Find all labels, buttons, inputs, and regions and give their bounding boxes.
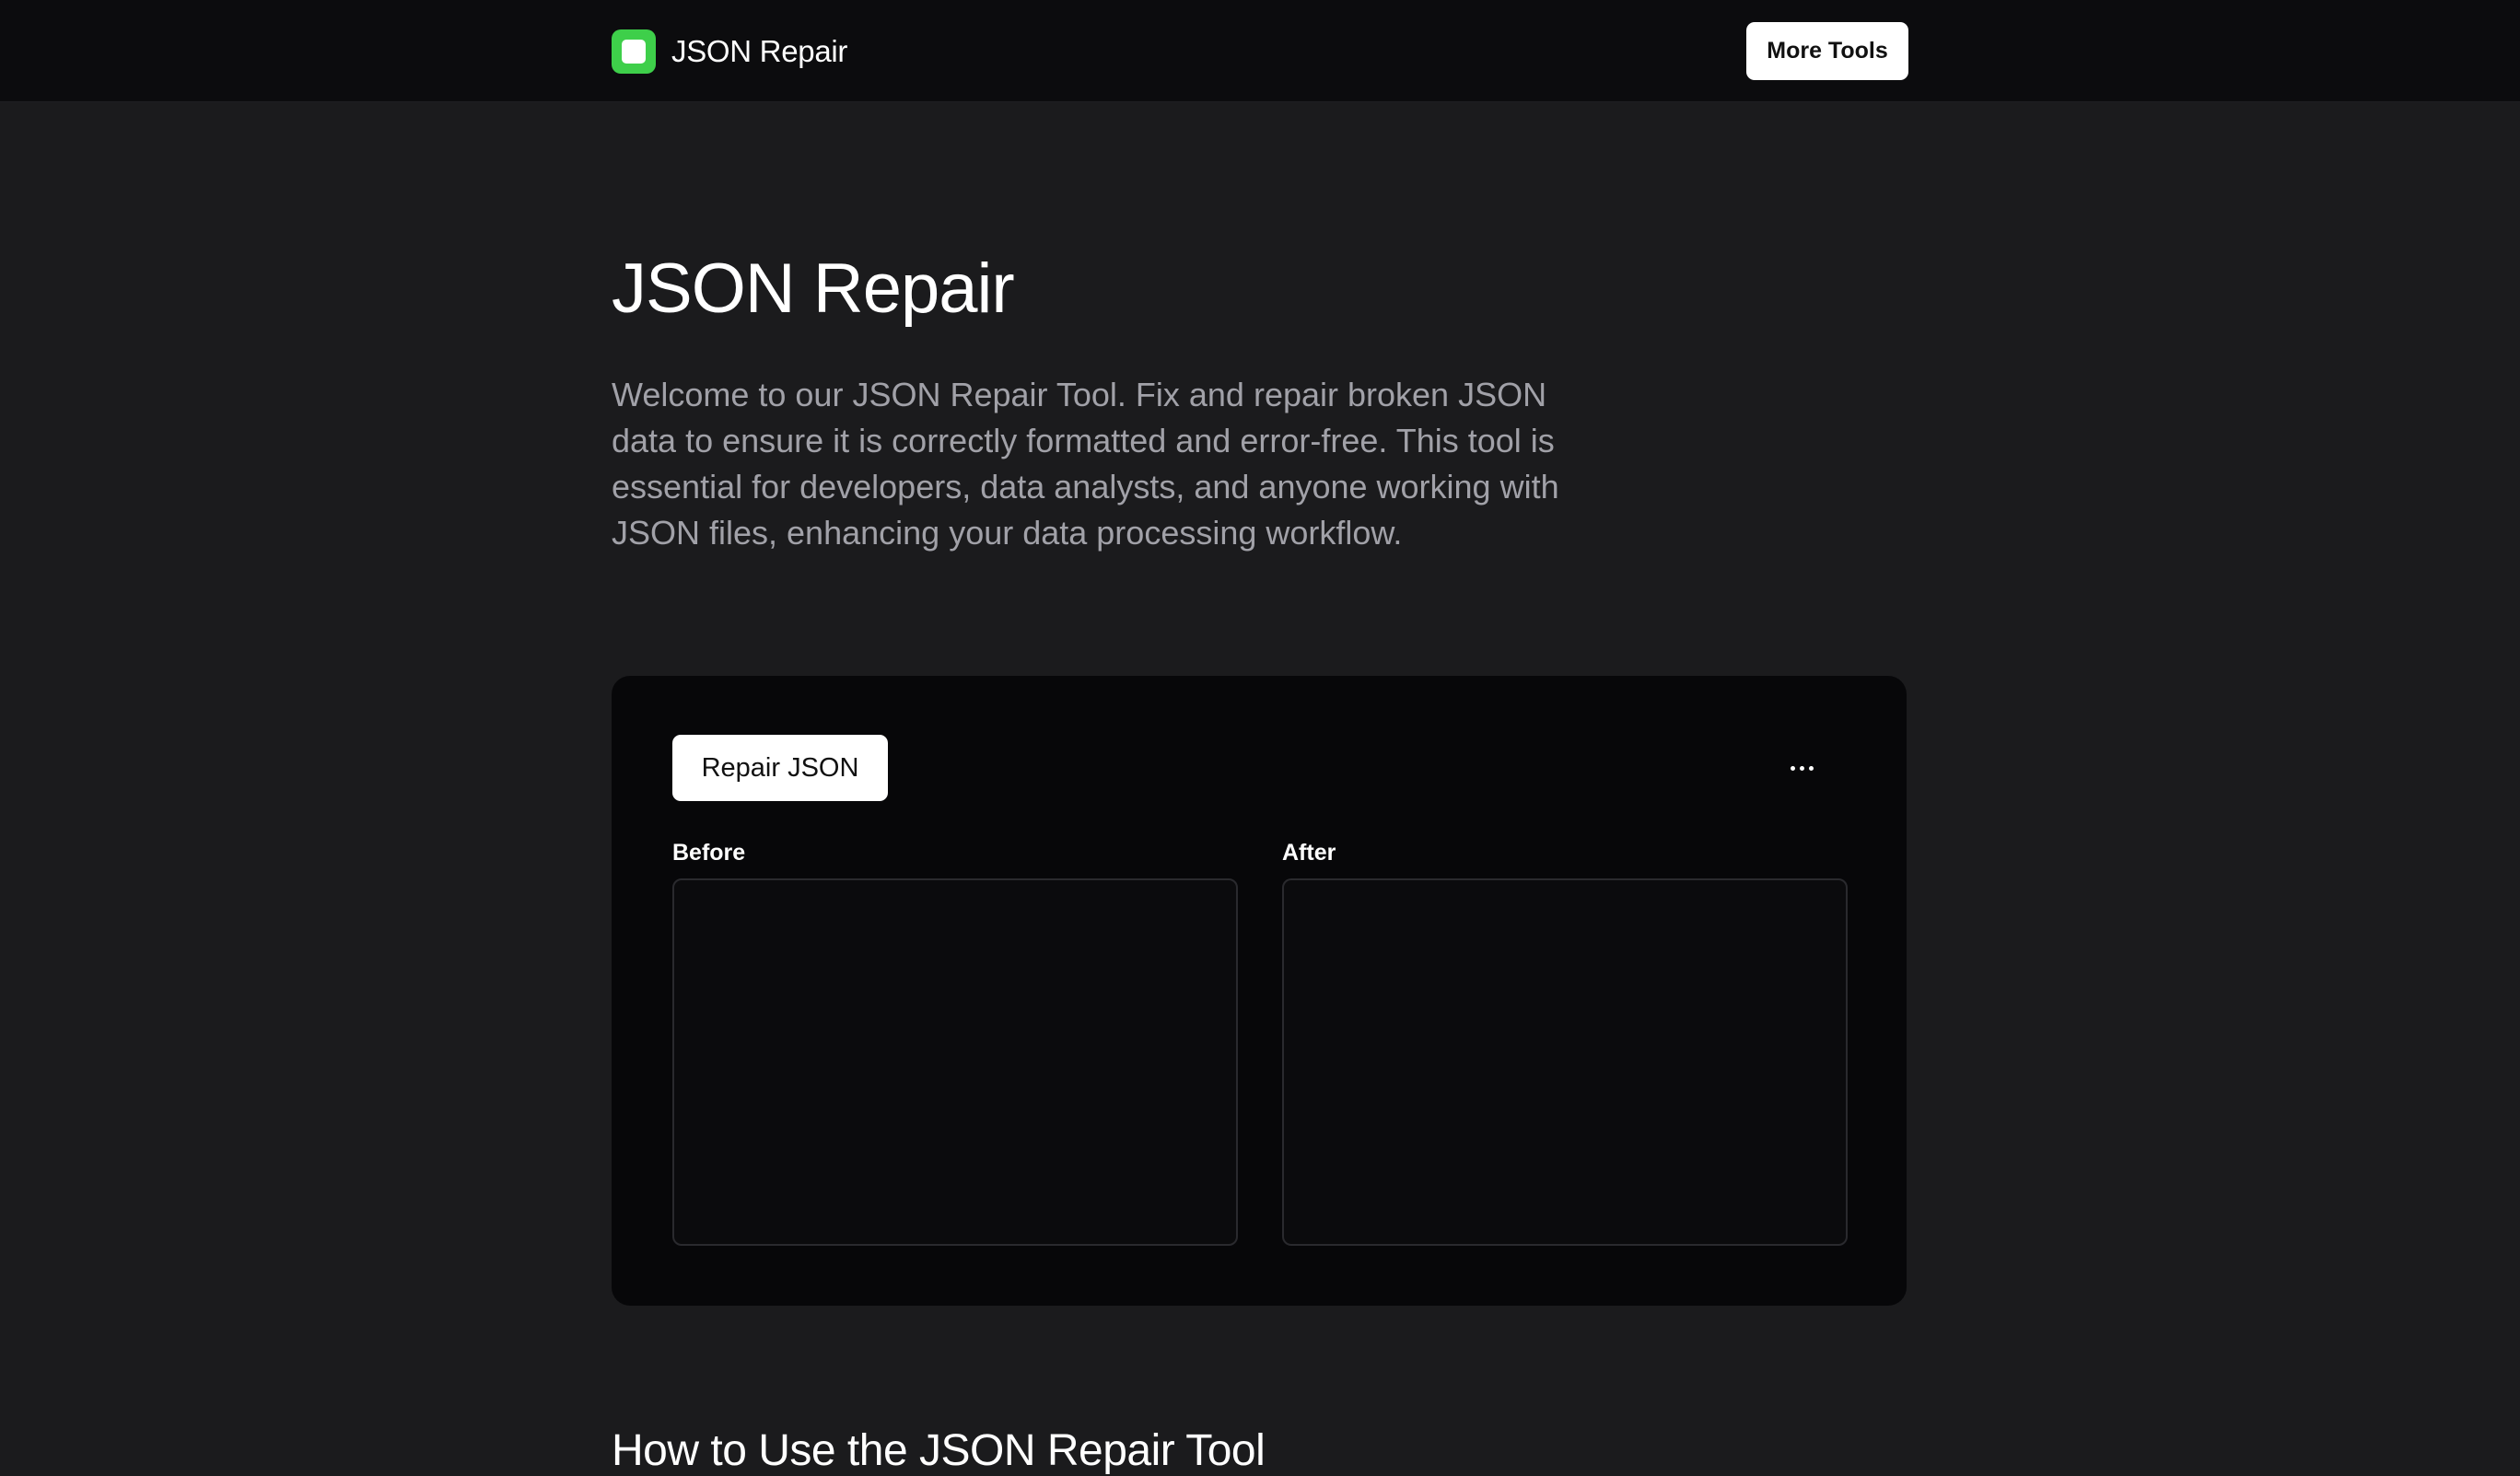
- brand-name: JSON Repair: [671, 34, 848, 68]
- before-json-input[interactable]: [672, 878, 1238, 1246]
- page-description: Welcome to our JSON Repair Tool. Fix and…: [612, 376, 1559, 552]
- more-tools-button[interactable]: More Tools: [1746, 22, 1908, 80]
- ellipsis-dot: [1808, 765, 1814, 771]
- top-navigation-bar: JSON Repair More Tools: [0, 0, 2520, 102]
- ellipsis-dot: [1799, 765, 1804, 771]
- page-title: JSON Repair: [612, 250, 1015, 328]
- before-label: Before: [672, 840, 746, 866]
- app-logo-icon: [612, 29, 656, 74]
- more-options-ellipsis-icon[interactable]: [1779, 746, 1824, 790]
- how-to-use-heading: How to Use the JSON Repair Tool: [612, 1426, 1266, 1475]
- after-label: After: [1282, 840, 1336, 866]
- repair-json-button[interactable]: Repair JSON: [672, 735, 888, 801]
- after-json-output[interactable]: [1282, 878, 1848, 1246]
- repair-tool-card: Repair JSON Before After: [612, 676, 1907, 1306]
- app-logo-inner: [622, 40, 646, 64]
- brand[interactable]: JSON Repair: [612, 29, 847, 74]
- ellipsis-dot: [1790, 765, 1795, 771]
